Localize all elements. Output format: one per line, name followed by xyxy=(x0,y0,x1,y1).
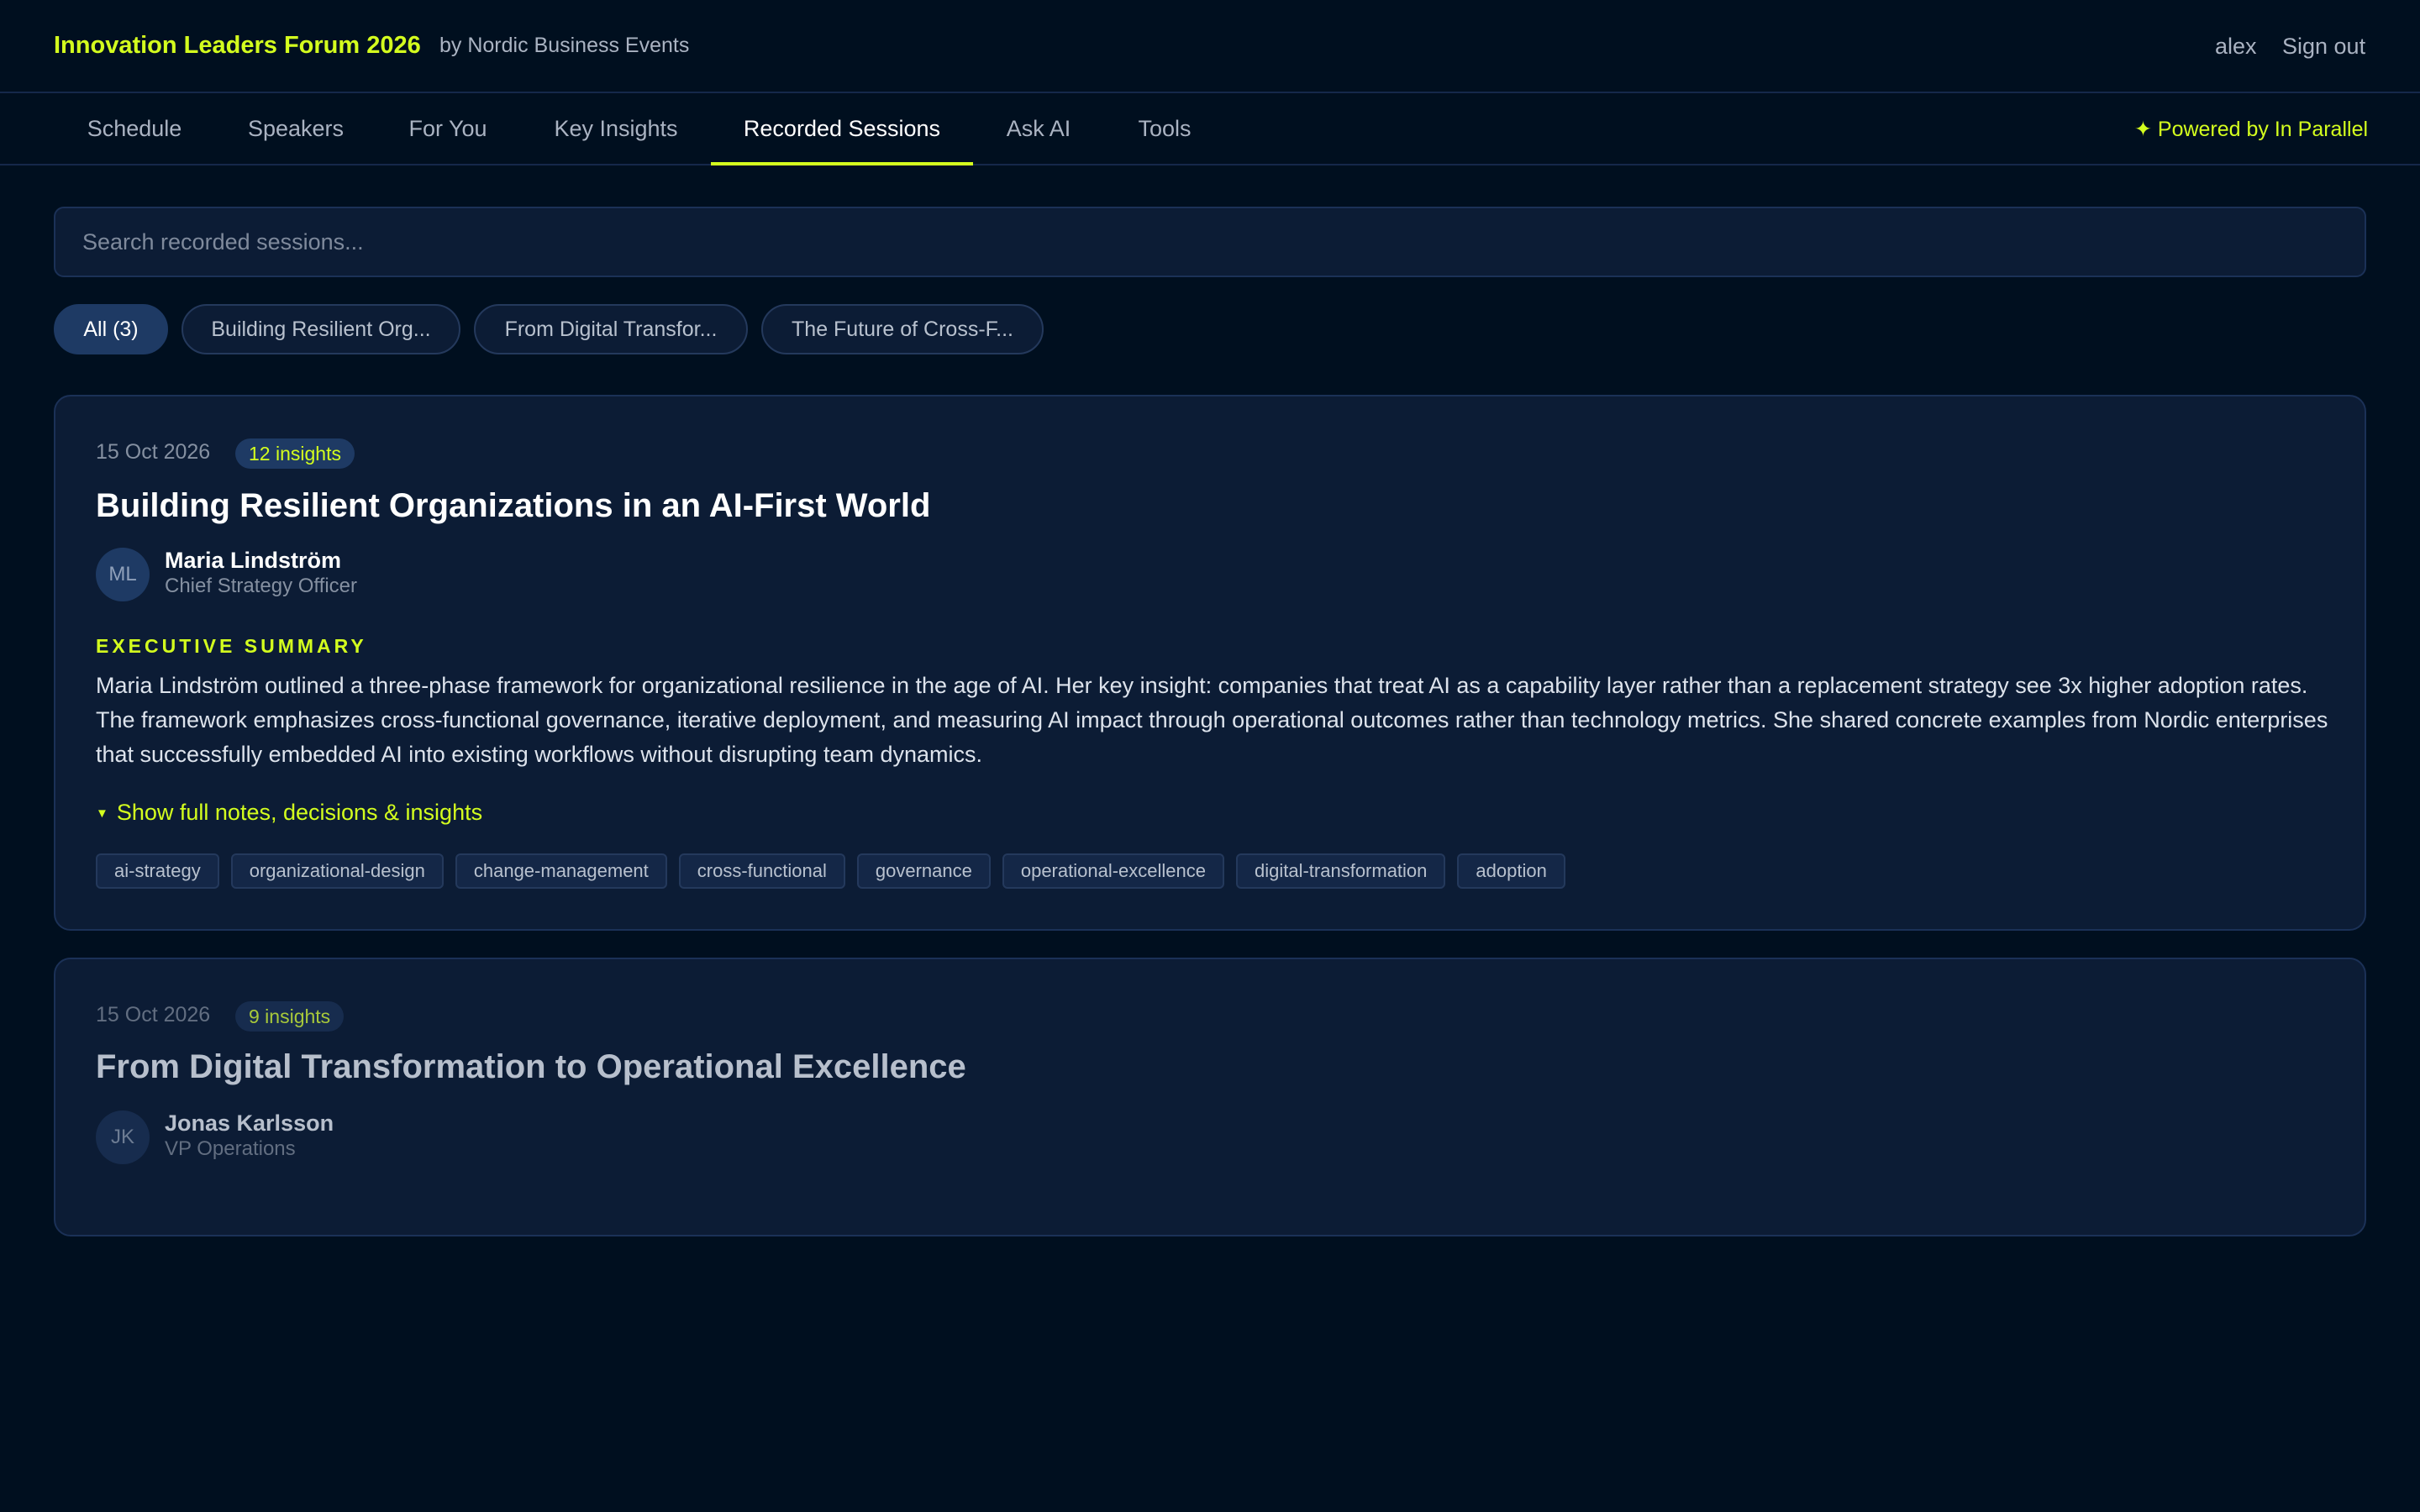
show-full-notes-label: Show full notes, decisions & insights xyxy=(116,800,483,825)
caret-down-icon: ▼ xyxy=(96,806,108,822)
session-card[interactable]: 15 Oct 2026 12 insights Building Resilie… xyxy=(54,395,2366,931)
session-title[interactable]: Building Resilient Organizations in an A… xyxy=(96,487,930,525)
filter-chip-session[interactable]: Building Resilient Org... xyxy=(182,304,460,354)
tab-for-you[interactable]: For You xyxy=(376,93,519,164)
tab-tools[interactable]: Tools xyxy=(1104,93,1225,164)
tag[interactable]: adoption xyxy=(1457,853,1565,889)
speaker-role: Chief Strategy Officer xyxy=(165,575,357,597)
insights-badge: 12 insights xyxy=(235,438,355,469)
speaker-name[interactable]: Maria Lindström xyxy=(165,548,341,574)
tag-list: ai-strategy organizational-design change… xyxy=(96,853,1565,889)
tag[interactable]: governance xyxy=(856,853,991,889)
executive-summary-text: Maria Lindström outlined a three-phase f… xyxy=(96,673,2328,767)
tab-ask-ai[interactable]: Ask AI xyxy=(973,93,1104,164)
tab-schedule[interactable]: Schedule xyxy=(54,93,215,164)
avatar: JK xyxy=(96,1110,150,1164)
executive-summary-heading: EXECUTIVE SUMMARY xyxy=(96,635,367,657)
tag[interactable]: cross-functional xyxy=(678,853,845,889)
tab-speakers[interactable]: Speakers xyxy=(215,93,376,164)
username-label: alex xyxy=(2215,34,2257,59)
powered-by-label[interactable]: ✦ Powered by In Parallel xyxy=(2134,117,2368,142)
avatar: ML xyxy=(96,548,150,601)
session-date: 15 Oct 2026 xyxy=(96,440,211,464)
tab-recorded-sessions[interactable]: Recorded Sessions xyxy=(711,93,973,165)
sign-out-link[interactable]: Sign out xyxy=(2282,34,2365,60)
speaker-role: VP Operations xyxy=(165,1137,296,1160)
main-nav: Schedule Speakers For You Key Insights R… xyxy=(0,93,2420,165)
tab-key-insights[interactable]: Key Insights xyxy=(519,93,713,164)
filter-chip-session[interactable]: From Digital Transfor... xyxy=(474,304,748,354)
top-header: Innovation Leaders Forum 2026 by Nordic … xyxy=(0,0,2420,93)
search-input[interactable] xyxy=(54,207,2366,277)
session-date: 15 Oct 2026 xyxy=(96,1003,211,1026)
tag[interactable]: ai-strategy xyxy=(96,853,219,889)
insights-badge: 9 insights xyxy=(235,1001,345,1032)
filter-chip-all[interactable]: All (3) xyxy=(54,304,168,354)
tag[interactable]: operational-excellence xyxy=(1002,853,1224,889)
event-title[interactable]: Innovation Leaders Forum 2026 xyxy=(54,32,421,60)
speaker-name[interactable]: Jonas Karlsson xyxy=(165,1110,334,1137)
filter-chip-session[interactable]: The Future of Cross-F... xyxy=(761,304,1044,354)
session-title[interactable]: From Digital Transformation to Operation… xyxy=(96,1048,966,1086)
show-full-notes-toggle[interactable]: ▼ Show full notes, decisions & insights xyxy=(96,800,482,826)
organizer-label: by Nordic Business Events xyxy=(439,34,690,57)
session-card[interactable]: 15 Oct 2026 9 insights From Digital Tran… xyxy=(54,958,2366,1236)
tag[interactable]: change-management xyxy=(455,853,667,889)
tag[interactable]: digital-transformation xyxy=(1235,853,1446,889)
tag[interactable]: organizational-design xyxy=(230,853,444,889)
